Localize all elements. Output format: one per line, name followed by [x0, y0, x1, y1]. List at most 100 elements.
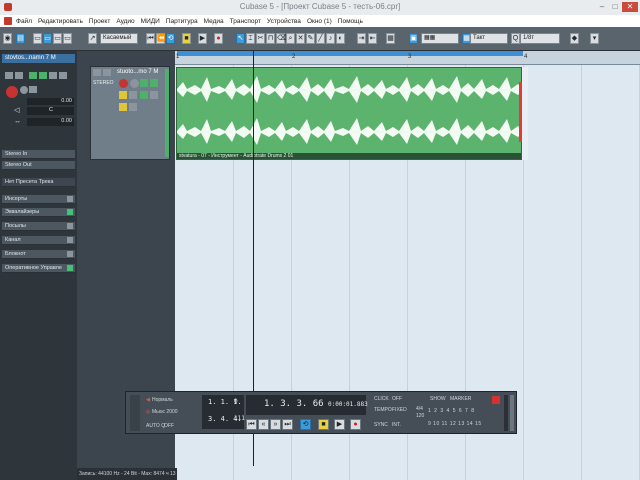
zoom-tool-icon[interactable]: ⌕	[286, 33, 295, 44]
view-pool-button[interactable]: ▭	[63, 33, 72, 44]
track-edit-button[interactable]	[140, 91, 148, 99]
tempo-bpm[interactable]: 120	[416, 413, 424, 419]
cycle-record-mode-label[interactable]: Мьюс 2000	[152, 409, 178, 415]
solo-button[interactable]	[15, 72, 23, 79]
snap-type-select[interactable]: ▦▦	[421, 33, 459, 44]
marker-buttons-row1[interactable]: 1 2 3 4 5 6 7 8	[428, 408, 475, 414]
snap-mode-icon[interactable]: ▦	[386, 33, 395, 44]
menu-edit[interactable]: Редактировать	[38, 18, 83, 25]
transport-rewind-button[interactable]: «	[258, 419, 269, 430]
track-monitor-button[interactable]	[130, 79, 139, 88]
audio-track[interactable]: stuoto...mo 7 M STEREO	[90, 66, 170, 160]
menu-audio[interactable]: Аудио	[116, 18, 134, 25]
grid-type-select[interactable]: Такт	[470, 33, 508, 44]
tempo-mode-value[interactable]: FIXED	[392, 407, 407, 413]
marker-buttons-row2[interactable]: 9 10 11 12 13 14 15	[428, 421, 482, 427]
glue-tool-icon[interactable]: ⊓	[266, 33, 275, 44]
menu-project[interactable]: Проект	[89, 18, 110, 25]
mute-button[interactable]	[5, 72, 13, 79]
minimize-button[interactable]: –	[596, 2, 608, 12]
mute-tool-icon[interactable]: ✕	[296, 33, 305, 44]
position-display[interactable]: 1. 3. 3. 66 0:00:01.883	[246, 395, 368, 415]
track-lane-icon[interactable]	[129, 91, 137, 99]
transport-stop-button[interactable]: ■	[318, 419, 329, 430]
transport-grip[interactable]	[130, 395, 140, 431]
routing-output[interactable]: Stereo Out	[2, 161, 75, 170]
go-to-start-button[interactable]: ⏮	[146, 33, 155, 44]
record-mode-label[interactable]: Нормаль	[152, 397, 173, 403]
record-button[interactable]: ●	[214, 33, 223, 44]
track-read-button[interactable]	[140, 79, 148, 87]
track-preset-select[interactable]: Нет Пресета Трека	[2, 178, 75, 187]
freeze-button[interactable]	[59, 72, 67, 79]
transport-go-start-button[interactable]: ⏮	[246, 419, 257, 430]
track-expand-icon[interactable]	[93, 69, 101, 76]
master-level-fader[interactable]	[510, 395, 514, 431]
quantize-select[interactable]: 1/8т	[520, 33, 560, 44]
play-tool-icon[interactable]: ♪	[326, 33, 335, 44]
volume-field[interactable]: 0.00	[27, 98, 74, 105]
autoscroll-button[interactable]: ⇥	[357, 33, 366, 44]
split-tool-icon[interactable]: ✂	[256, 33, 265, 44]
inspector-section-channel[interactable]: Канал	[2, 236, 75, 245]
quantize-icon[interactable]: Q	[511, 33, 520, 44]
snap-toggle-button[interactable]: ▣	[409, 33, 418, 44]
menu-media[interactable]: Медиа	[204, 18, 224, 25]
inspector-section-sends[interactable]: Посылы	[2, 222, 75, 231]
suspend-autoscroll-button[interactable]: ⇤	[368, 33, 377, 44]
inspector-section-inserts[interactable]: Инсерты	[2, 195, 75, 204]
track-folder-icon[interactable]	[119, 103, 127, 111]
transport-play-button[interactable]: ▶	[334, 419, 345, 430]
write-automation-button[interactable]	[39, 72, 47, 79]
auto-quantize-value[interactable]: OFF	[164, 423, 174, 429]
time-signature[interactable]: 4/4	[416, 406, 423, 412]
cycle-button[interactable]: ⟲	[166, 33, 175, 44]
track-write-button[interactable]	[150, 79, 158, 87]
view-inspector-button[interactable]: ▭	[43, 33, 52, 44]
view-info-button[interactable]: ▭	[33, 33, 42, 44]
range-tool-icon[interactable]: ⌶	[246, 33, 255, 44]
menu-score[interactable]: Партитура	[166, 18, 198, 25]
read-automation-button[interactable]	[29, 72, 37, 79]
audio-event[interactable]: stvatura - 07 - Инструмент - Audiotrate …	[176, 67, 523, 160]
automation-mode-icon[interactable]: ↗	[88, 33, 97, 44]
timeline-ruler[interactable]: 1 2 3 4	[175, 51, 640, 65]
close-button[interactable]: ✕	[622, 2, 638, 12]
transport-cycle-button[interactable]: ⟲	[300, 419, 311, 430]
pan-field[interactable]: C	[27, 107, 74, 115]
delay-field[interactable]: 0.00	[27, 118, 74, 126]
inspector-section-notepad[interactable]: Блокнот	[2, 250, 75, 259]
stop-button[interactable]: ■	[182, 33, 191, 44]
rewind-button[interactable]: ⏪	[156, 33, 166, 44]
menu-help[interactable]: Помощь	[338, 18, 363, 25]
automation-mode-select[interactable]: Касаемый	[100, 33, 138, 44]
sync-value[interactable]: INT.	[392, 422, 401, 428]
view-overview-button[interactable]: ▭	[53, 33, 62, 44]
menu-midi[interactable]: МИДИ	[141, 18, 160, 25]
activate-project-button[interactable]: ◉	[3, 33, 12, 44]
line-tool-icon[interactable]: ╱	[316, 33, 325, 44]
menu-file[interactable]: Файл	[16, 18, 32, 25]
erase-tool-icon[interactable]: ⌫	[276, 33, 287, 44]
object-select-tool-icon[interactable]: ↖	[236, 33, 245, 44]
color-button[interactable]: ◆	[570, 33, 579, 44]
track-inserts-icon[interactable]	[129, 103, 137, 111]
inspector-track-name[interactable]: stovtos...namn 7 M	[2, 54, 75, 63]
track-mute-button[interactable]	[103, 69, 111, 76]
track-record-button[interactable]	[119, 79, 128, 88]
track-timebase-icon[interactable]	[150, 91, 158, 99]
record-enable-button[interactable]	[6, 86, 18, 98]
cycle-range-bar[interactable]	[177, 51, 523, 56]
menu-window[interactable]: Окно (1)	[307, 18, 332, 25]
inspector-toggle-button[interactable]: ▤	[16, 33, 25, 44]
transport-forward-button[interactable]: »	[270, 419, 281, 430]
routing-input[interactable]: Stereo In	[2, 150, 75, 159]
edit-channel-button[interactable]	[49, 72, 57, 79]
inspector-section-eq[interactable]: Эквалайзеры	[2, 208, 75, 217]
menu-transport[interactable]: Транспорт	[230, 18, 261, 25]
color-tool-icon[interactable]: ◐	[336, 33, 345, 44]
transport-go-end-button[interactable]: ⏭	[282, 419, 293, 430]
color-select-button[interactable]: ▾	[590, 33, 599, 44]
maximize-button[interactable]: □	[609, 2, 621, 12]
track-lock-icon[interactable]	[119, 91, 127, 99]
